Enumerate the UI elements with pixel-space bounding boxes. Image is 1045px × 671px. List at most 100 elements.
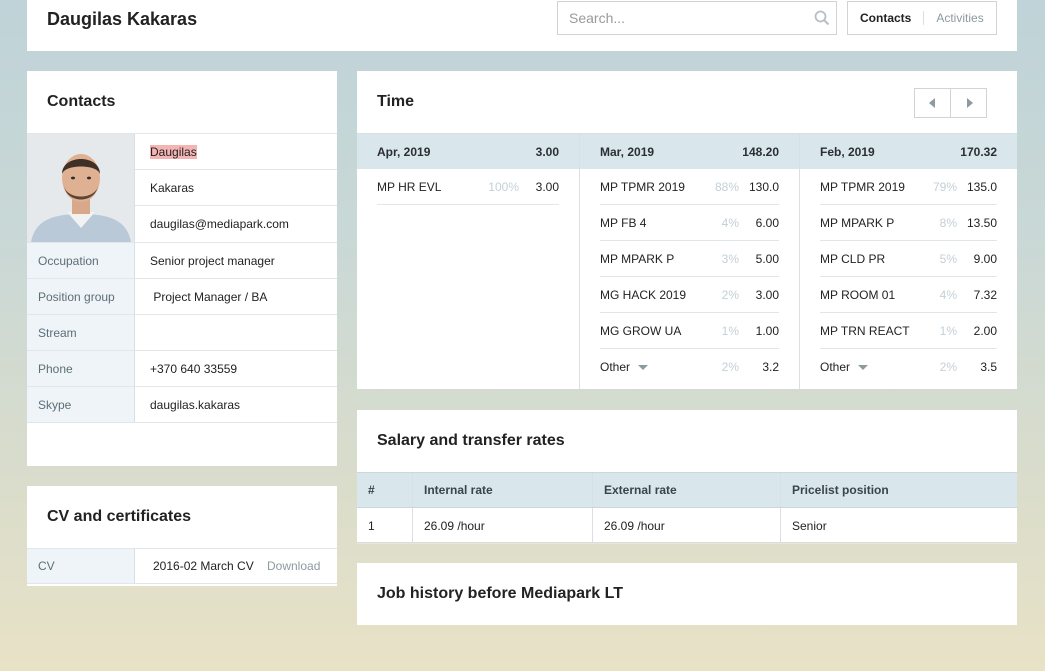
project-percent: 3% [721,251,739,266]
project-hours: 13.50 [966,215,997,230]
table-cell: 26.09 /hour [413,508,593,543]
project-code: MP TPMR 2019 [820,179,905,194]
project-hours: 5.00 [755,251,779,266]
project-hours: 1.00 [755,323,779,338]
month-total: 170.32 [960,144,997,159]
tab-activities[interactable]: Activities [923,11,995,25]
other-row[interactable]: Other 2% 3.2 [600,349,779,385]
time-panel: Time Apr, 2019 3.00 MP HR EVL 100% 3.00 [357,71,1017,389]
project-hours: 3.2 [762,360,779,374]
salary-title: Salary and transfer rates [377,432,565,449]
field-row-skype: Skype daugilas.kakaras [27,387,337,423]
job-history-panel: Job history before Mediapark LT [357,563,1017,625]
month-column-feb: Feb, 2019 170.32 MP TPMR 2019 79% 135.0 MP… [800,134,1017,389]
month-label: Apr, 2019 [377,144,431,159]
column-header: External rate [593,473,781,507]
project-hours: 7.32 [973,287,997,302]
time-pager [914,88,987,118]
prev-button[interactable] [915,89,950,117]
project-percent: 8% [939,215,957,230]
field-row-occupation: Occupation Senior project manager [27,243,337,279]
time-row: MP MPARK P 3% 5.00 [600,241,779,277]
project-code: MP HR EVL [377,179,442,194]
chevron-right-icon [966,98,973,108]
time-row: MP TPMR 2019 79% 135.0 [820,169,997,205]
field-label: Stream [27,315,135,350]
field-value [135,315,337,350]
project-percent: 100% [488,179,519,194]
project-hours: 3.5 [980,360,997,374]
month-label: Mar, 2019 [600,144,655,159]
first-name: Daugilas [150,144,197,159]
field-value: Senior project manager [150,253,275,268]
column-header: # [357,473,413,507]
other-label: Other [600,360,631,374]
project-hours: 6.00 [755,215,779,230]
project-percent: 4% [721,215,739,230]
field-value[interactable]: +370 640 33559 [135,351,337,386]
table-cell: Senior [792,518,827,533]
table-cell: 1 [357,508,413,543]
table-header: # Internal rate External rate Pricelist … [357,472,1017,508]
project-hours: 2.00 [973,323,997,338]
other-row[interactable]: Other 2% 3.5 [820,349,997,385]
job-history-title: Job history before Mediapark LT [377,585,623,602]
project-hours: 3.00 [755,287,779,302]
time-row: MP CLD PR 5% 9.00 [820,241,997,277]
other-label: Other [820,360,851,374]
caret-down-icon[interactable] [638,365,649,371]
months-grid: Apr, 2019 3.00 MP HR EVL 100% 3.00 Mar, … [357,133,1017,389]
project-percent: 2% [721,360,739,374]
time-title: Time [377,93,415,110]
avatar [27,134,135,242]
project-code: MG HACK 2019 [600,287,687,302]
salary-table: # Internal rate External rate Pricelist … [357,472,1017,544]
cv-file-name: 2016-02 March CV [153,559,254,573]
caret-down-icon[interactable] [858,365,869,371]
tab-contacts[interactable]: Contacts [848,11,923,25]
view-tabs: Contacts Activities [847,1,997,35]
last-name: Kakaras [150,180,195,195]
field-value[interactable]: daugilas.kakaras [135,387,337,422]
month-label: Feb, 2019 [820,144,875,159]
time-row: MP HR EVL 100% 3.00 [377,169,559,205]
contacts-panel: Contacts Daugilas Kakaras daugilas@media… [27,71,337,466]
month-header: Mar, 2019 148.20 [580,134,799,169]
time-row: MP MPARK P 8% 13.50 [820,205,997,241]
field-label: Phone [27,351,135,386]
project-percent: 79% [932,179,957,194]
table-cell: 26.09 /hour [593,508,781,543]
project-hours: 130.0 [748,179,779,194]
project-hours: 9.00 [973,251,997,266]
contacts-table: Daugilas Kakaras daugilas@mediapark.com … [27,133,337,423]
column-header: Internal rate [413,473,593,507]
cv-row: CV 2016-02 March CV Download [27,548,337,584]
project-code: MP MPARK P [600,251,675,266]
next-button[interactable] [950,89,986,117]
table-row: 1 26.09 /hour 26.09 /hour Senior [357,508,1017,544]
project-percent: 2% [939,360,957,374]
month-column-mar: Mar, 2019 148.20 MP TPMR 2019 88% 130.0 MP… [580,134,800,389]
search-input[interactable] [558,2,798,34]
project-code: MP CLD PR [820,251,886,266]
month-total: 148.20 [742,144,779,159]
project-code: MP TRN REACT [820,323,910,338]
time-row: MP ROOM 01 4% 7.32 [820,277,997,313]
email-value[interactable]: daugilas@mediapark.com [135,206,337,241]
cv-label: CV [27,549,135,583]
project-hours: 3.00 [535,179,559,194]
column-header: Pricelist position [792,483,889,497]
project-percent: 5% [939,251,957,266]
time-row: MG HACK 2019 2% 3.00 [600,277,779,313]
project-percent: 1% [939,323,957,338]
project-code: MP MPARK P [820,215,895,230]
field-row-position-group: Position group Project Manager / BA [27,279,337,315]
download-link[interactable]: Download [267,549,337,583]
project-code: MP FB 4 [600,215,647,230]
search-box [557,1,837,35]
search-icon[interactable] [814,10,830,26]
time-row: MP FB 4 4% 6.00 [600,205,779,241]
month-column-apr: Apr, 2019 3.00 MP HR EVL 100% 3.00 [357,134,580,389]
month-header: Feb, 2019 170.32 [800,134,1017,169]
salary-panel: Salary and transfer rates # Internal rat… [357,410,1017,544]
